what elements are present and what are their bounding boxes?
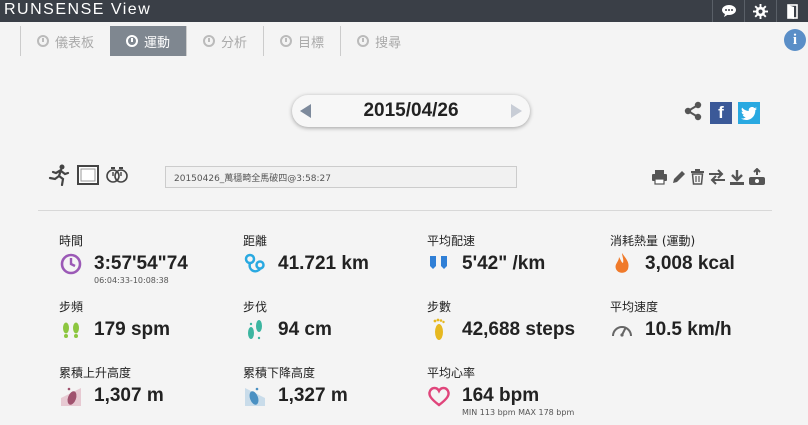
metric-cadence: 步頻 179 spm bbox=[59, 298, 239, 342]
tab-goals[interactable]: 目標 bbox=[263, 26, 340, 56]
view-mode-toolbar bbox=[47, 164, 129, 190]
edit-icon[interactable] bbox=[671, 169, 687, 189]
metric-label: 平均配速 bbox=[427, 234, 476, 248]
date-navigator: 2015/04/26 bbox=[292, 95, 530, 127]
tab-label: 儀表板 bbox=[55, 35, 95, 51]
metric-heart-rate: 平均心率 164 bpm MIN 113 bpm MAX 178 bpm bbox=[427, 364, 607, 417]
current-date: 2015/04/26 bbox=[363, 100, 459, 121]
trash-icon[interactable] bbox=[690, 169, 705, 189]
gear-icon[interactable] bbox=[744, 0, 776, 22]
previous-date-button[interactable] bbox=[300, 104, 311, 118]
metric-value: 1,307 m bbox=[94, 385, 164, 406]
metric-value: 10.5 km/h bbox=[645, 319, 732, 340]
twitter-icon[interactable] bbox=[738, 102, 760, 124]
tab-label: 運動 bbox=[144, 35, 171, 51]
metric-label: 時間 bbox=[59, 234, 84, 248]
app-title: RUNSENSE View bbox=[4, 1, 152, 18]
metric-value: 3,008 kcal bbox=[645, 253, 735, 274]
tab-analysis[interactable]: 分析 bbox=[186, 26, 263, 56]
exit-icon[interactable] bbox=[776, 0, 808, 22]
tab-workout[interactable]: 運動 bbox=[110, 26, 187, 56]
upload-device-icon[interactable] bbox=[748, 167, 766, 190]
metric-value: 164 bpm bbox=[462, 385, 540, 406]
metric-label: 累積下降高度 bbox=[243, 366, 316, 380]
section-divider bbox=[38, 210, 772, 211]
title-bar: RUNSENSE View bbox=[0, 0, 808, 22]
metric-label: 步伐 bbox=[243, 300, 268, 314]
metric-label: 平均速度 bbox=[610, 300, 659, 314]
facebook-icon[interactable]: f bbox=[710, 102, 732, 124]
metric-descent: 累積下降高度 1,327 m bbox=[243, 364, 423, 408]
metric-value: 94 cm bbox=[278, 319, 332, 340]
workout-actions-toolbar bbox=[651, 167, 766, 190]
info-icon[interactable]: i bbox=[784, 29, 806, 51]
flame-icon bbox=[610, 252, 634, 276]
main-tabs: 儀表板 運動 分析 目標 搜尋 bbox=[20, 26, 417, 56]
metric-subtext: 06:04:33-10:08:38 bbox=[94, 276, 169, 285]
chat-icon[interactable] bbox=[712, 0, 744, 22]
descent-icon bbox=[243, 384, 267, 408]
metric-label: 消耗熱量 (運動) bbox=[610, 234, 696, 248]
map-view-icon[interactable] bbox=[77, 165, 99, 189]
metric-subtext: MIN 113 bpm MAX 178 bpm bbox=[462, 408, 575, 417]
clock-icon bbox=[280, 35, 293, 47]
tab-label: 搜尋 bbox=[375, 35, 402, 51]
metric-value: 41.721 km bbox=[278, 253, 369, 274]
download-icon[interactable] bbox=[729, 169, 745, 190]
metric-speed: 平均速度 10.5 km/h bbox=[610, 298, 790, 342]
sync-arrows-icon[interactable] bbox=[708, 169, 726, 189]
metric-value: 42,688 steps bbox=[462, 319, 576, 340]
next-date-button[interactable] bbox=[511, 104, 522, 118]
share-bar: f bbox=[682, 100, 760, 126]
tab-search[interactable]: 搜尋 bbox=[340, 26, 417, 56]
metric-pace: 平均配速 5'42" /km bbox=[427, 232, 607, 276]
metric-steps: 步數 42,688 steps bbox=[427, 298, 607, 342]
cadence-icon bbox=[59, 318, 83, 342]
share-icon[interactable] bbox=[682, 100, 704, 126]
metric-label: 累積上升高度 bbox=[59, 366, 132, 380]
metric-stride: 步伐 94 cm bbox=[243, 298, 423, 342]
clock-icon bbox=[37, 35, 49, 47]
metric-distance: 距離 41.721 km bbox=[243, 232, 423, 276]
metric-label: 平均心率 bbox=[427, 366, 476, 380]
speedometer-icon bbox=[610, 318, 634, 342]
route-icon bbox=[243, 252, 267, 276]
heart-icon bbox=[427, 384, 451, 408]
workout-name-field[interactable]: 20150426_萬穩畸全馬破四@3:58:27 bbox=[165, 166, 517, 188]
metric-calories: 消耗熱量 (運動) 3,008 kcal bbox=[610, 232, 790, 276]
metric-label: 步數 bbox=[427, 300, 452, 314]
metric-value: 3:57'54"74 bbox=[94, 253, 188, 274]
tab-label: 目標 bbox=[298, 35, 325, 51]
metric-value: 179 spm bbox=[94, 319, 171, 340]
stride-icon bbox=[243, 318, 267, 342]
lap-stopwatch-icon[interactable] bbox=[105, 165, 129, 189]
runner-icon[interactable] bbox=[47, 164, 71, 190]
tab-label: 分析 bbox=[221, 35, 248, 51]
ascent-icon bbox=[59, 384, 83, 408]
metric-label: 步頻 bbox=[59, 300, 84, 314]
footprint-icon bbox=[427, 318, 451, 342]
clock-icon bbox=[357, 35, 370, 47]
metric-value: 1,327 m bbox=[278, 385, 348, 406]
metric-value: 5'42" /km bbox=[462, 253, 546, 274]
tab-dashboard[interactable]: 儀表板 bbox=[20, 26, 110, 56]
metric-label: 距離 bbox=[243, 234, 268, 248]
metric-ascent: 累積上升高度 1,307 m bbox=[59, 364, 239, 408]
clock-icon bbox=[126, 35, 139, 47]
metric-time: 時間 3:57'54"74 06:04:33-10:08:38 bbox=[59, 232, 239, 285]
print-icon[interactable] bbox=[651, 169, 668, 189]
pace-icon bbox=[427, 252, 451, 276]
clock-icon bbox=[203, 35, 216, 47]
clock-icon bbox=[59, 252, 83, 276]
top-toolbar bbox=[712, 0, 808, 22]
